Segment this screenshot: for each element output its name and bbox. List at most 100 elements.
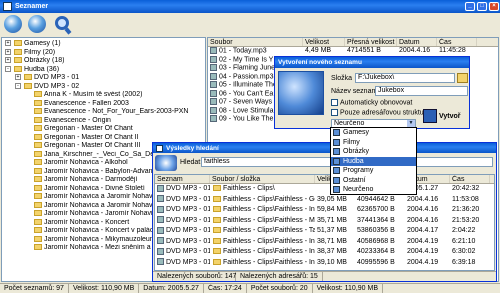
search-cell-text: 2004.4.19 (407, 248, 439, 255)
category-option-icon (333, 157, 340, 165)
column-header[interactable]: Datum (397, 38, 437, 46)
search-window-icon (156, 144, 163, 152)
search-window: Výsledky hledání Hledat: faithless Sezna… (152, 142, 497, 282)
search-cell-path: Faithless - Clips\Faithless - Insc... (210, 247, 315, 258)
category-dropdown-arrow-icon[interactable]: ▼ (407, 120, 415, 127)
search-result-row[interactable]: DVD MP3 - 01 Faithless - Clips\Faithless … (155, 247, 494, 258)
audio-file-icon (210, 98, 217, 105)
tree-item[interactable]: - DVD MP3 - 02 (2, 82, 205, 92)
file-row[interactable]: 01 - Today.mp3 4,49 MB 4714551 B 2004.4.16 1… (208, 47, 498, 56)
search-cell-text: DVD MP3 - 01 (166, 185, 210, 192)
search-cell-text: Faithless - Clips\Faithless - Mas... (223, 216, 315, 224)
category-option-label: Obrázky (343, 148, 370, 155)
disc-icon (157, 195, 164, 203)
status-size: Velikost: 110,90 MB (69, 284, 140, 293)
category-option[interactable]: Ostatní (331, 176, 416, 186)
category-value: Neurčeno (334, 120, 365, 127)
tree-item-label: Anna K - Musím tě svést (2002) (44, 91, 143, 98)
search-cell-time: 6:21:10 (450, 237, 490, 248)
folder-icon (34, 227, 42, 233)
folder-icon (14, 40, 22, 46)
back-icon[interactable] (4, 15, 22, 33)
folder-icon (213, 185, 221, 192)
expander-icon[interactable]: - (5, 65, 11, 72)
expander-icon[interactable]: + (15, 74, 21, 80)
file-cell-time: 11:45:28 (439, 47, 466, 54)
browse-folder-button[interactable] (457, 73, 468, 83)
search-results-header: SeznamSoubor / složkaVelikostPřesná veli… (155, 175, 494, 184)
category-option-label: Hudba (343, 157, 364, 165)
search-column-header[interactable]: Soubor / složka (210, 175, 315, 183)
tree-item[interactable]: + Obrázky (18) (2, 57, 205, 66)
audio-file-icon (210, 72, 217, 80)
expander-icon[interactable]: - (15, 82, 21, 89)
search-cell-exact: 40944642 B (355, 195, 405, 206)
search-result-row[interactable]: DVD MP3 - 01 Faithless - Clips\ 2005.1.27 2… (155, 184, 494, 195)
expander-icon[interactable]: + (5, 48, 11, 55)
tree-item[interactable]: Evanescence - Not_For_Your_Ears-2003-PXN (2, 108, 205, 117)
search-result-row[interactable]: DVD MP3 - 01 Faithless - Clips\Faithless … (155, 205, 494, 216)
forward-icon[interactable] (28, 15, 46, 33)
search-result-row[interactable]: DVD MP3 - 01 Faithless - Clips\Faithless … (155, 216, 494, 227)
tree-item[interactable]: + DVD MP3 - 01 (2, 74, 205, 83)
tree-item[interactable]: Evanescence - Fallen 2003 (2, 99, 205, 109)
new-list-dialog: Vytvoření nového seznamu Složka F:\Jukeb… (274, 56, 470, 129)
category-dropdown-list[interactable]: Gamesy Filmy Obrázky Hudba Programy Ostatní Ne… (330, 127, 417, 195)
category-option[interactable]: Obrázky (331, 147, 416, 157)
auto-refresh-checkbox[interactable]: Automaticky obnovovat (331, 99, 412, 106)
tree-item-label: Gregorian - Master Of Chant II (44, 133, 139, 141)
tree-item[interactable]: + Gamesy (1) (2, 40, 205, 49)
search-result-row[interactable]: DVD MP3 - 01 Faithless - Clips\Faithless … (155, 195, 494, 206)
tree-item[interactable]: Evanescence - Origin (2, 116, 205, 126)
search-cell-size: 35,71 MB (315, 216, 355, 227)
new-list-title: Vytvoření nového seznamu (278, 59, 362, 66)
search-cell-text: 38,71 MB (317, 237, 347, 245)
create-label: Vytvoř (439, 112, 461, 120)
search-column-header[interactable]: Čas (450, 175, 490, 183)
category-option[interactable]: Neurčeno (331, 185, 416, 195)
search-results-panel[interactable]: SeznamSoubor / složkaVelikostPřesná veli… (154, 174, 495, 271)
folder-icon (34, 193, 42, 199)
expander-icon[interactable]: + (5, 40, 11, 46)
column-header[interactable]: Přesná velikost (345, 38, 397, 46)
column-header[interactable]: Velikost (303, 38, 345, 46)
folder-icon (34, 210, 42, 216)
search-cell-time: 11:53:08 (450, 195, 490, 206)
category-option[interactable]: Hudba (331, 156, 416, 166)
minimize-button[interactable]: _ (465, 2, 475, 11)
column-header[interactable]: Čas (437, 38, 477, 46)
expander-icon[interactable]: + (5, 57, 11, 63)
category-option-label: Ostatní (343, 176, 366, 184)
name-input[interactable]: Jukebox (375, 86, 468, 96)
folder-input[interactable]: F:\Jukebox\ (355, 73, 455, 83)
maximize-button[interactable]: □ (477, 2, 487, 11)
column-header[interactable]: Soubor (208, 38, 303, 46)
search-column-header[interactable]: Seznam (155, 175, 210, 183)
category-option[interactable]: Gamesy (331, 128, 416, 138)
category-option[interactable]: Programy (331, 166, 416, 176)
search-cell-text: 2004.4.17 (407, 227, 439, 234)
search-cell-path: Faithless - Clips\Faithless - Tare... (210, 226, 315, 237)
search-cell-text: 35,71 MB (317, 216, 347, 224)
tree-item[interactable]: - Hudba (36) (2, 65, 205, 75)
tree-item[interactable]: + Filmy (20) (2, 48, 205, 58)
create-button[interactable]: Vytvoř (423, 105, 468, 127)
category-option[interactable]: Filmy (331, 138, 416, 148)
file-name: 05 - Illuminate The (219, 81, 277, 89)
tree-item[interactable]: Gregorian - Master Of Chant (2, 125, 205, 134)
search-cell-date: 2004.4.16 (405, 216, 450, 227)
search-status-bar: Nalezených souborů: 147 Nalezených adres… (153, 271, 496, 281)
file-name: 06 - You Can't Ea (219, 89, 274, 97)
search-result-row[interactable]: DVD MP3 - 01 Faithless - Clips\Faithless … (155, 226, 494, 237)
disc-icon (157, 226, 164, 234)
search-result-row[interactable]: DVD MP3 - 01 Faithless - Clips\Faithless … (155, 237, 494, 248)
tree-item[interactable]: Gregorian - Master Of Chant II (2, 133, 205, 143)
close-button[interactable]: × (489, 2, 499, 11)
search-cell-text: 2004.4.19 (407, 237, 439, 245)
folder-icon (34, 159, 42, 165)
category-option-icon (333, 148, 340, 155)
search-result-row[interactable]: DVD MP3 - 01 Faithless - Clips\Faithless … (155, 258, 494, 269)
tree-item[interactable]: Anna K - Musím tě svést (2002) (2, 91, 205, 100)
search-cell-date: 2004.4.19 (405, 258, 450, 269)
